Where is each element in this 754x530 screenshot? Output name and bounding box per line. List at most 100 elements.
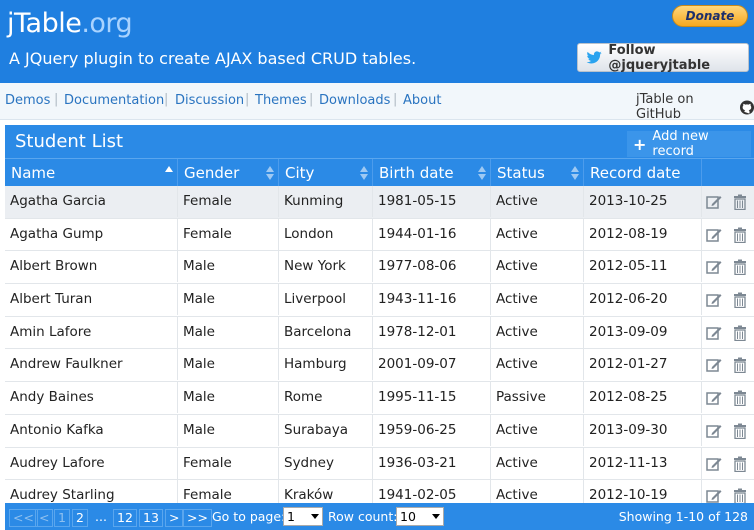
- column-header-record-date[interactable]: Record date: [584, 159, 702, 187]
- edit-icon[interactable]: [706, 456, 722, 472]
- edit-icon[interactable]: [706, 423, 722, 439]
- delete-trash-icon[interactable]: [732, 390, 748, 407]
- cell-gender: Male: [178, 349, 279, 381]
- pager-page-2[interactable]: 2: [72, 509, 88, 527]
- table-row[interactable]: Andrew Faulkner Male Hamburg 2001-09-07 Acti…: [5, 349, 754, 383]
- cell-record-date: 2013-09-09: [584, 316, 702, 348]
- delete-trash-icon[interactable]: [732, 227, 748, 243]
- cell-record-date: 2013-10-25: [584, 186, 702, 217]
- cell-name: Amin Lafore: [5, 316, 178, 348]
- add-new-record-label: Add new record: [652, 129, 709, 159]
- delete-trash-icon[interactable]: [732, 194, 748, 210]
- sort-icon: [360, 166, 368, 180]
- table-row[interactable]: Agatha Garcia Female Kunming 1981-05-15 Acti…: [5, 186, 754, 219]
- cell-record-date: 2012-06-20: [584, 284, 702, 316]
- column-header-birth-date[interactable]: Birth date: [373, 159, 491, 187]
- table-row[interactable]: Agatha Gump Female London 1944-01-16 Active 2…: [5, 218, 754, 252]
- pager-last-button[interactable]: >>: [183, 509, 212, 527]
- cell-gender: Male: [178, 382, 279, 414]
- dropdown-arrow-icon: [432, 514, 440, 519]
- column-header-label: Name: [11, 164, 56, 182]
- edit-icon[interactable]: [706, 194, 722, 210]
- row-count-value: 10: [400, 509, 416, 524]
- cell-birth-date: 1981-05-15: [373, 186, 491, 217]
- nav-separator: |: [309, 92, 314, 107]
- follow-label: Follow @jqueryjtable: [608, 42, 711, 73]
- cell-gender: Female: [178, 218, 279, 250]
- site-logo[interactable]: jTable.org: [7, 8, 133, 39]
- cell-gender: Male: [178, 316, 279, 348]
- logo-ext: .org: [81, 8, 133, 39]
- delete-trash-icon[interactable]: [732, 488, 748, 505]
- delete-trash-icon[interactable]: [732, 357, 748, 374]
- dropdown-arrow-icon: [311, 514, 319, 519]
- cell-city: Kunming: [279, 186, 373, 217]
- cell-birth-date: 1995-11-15: [373, 382, 491, 414]
- nav-item-documentation[interactable]: Documentation: [64, 93, 164, 108]
- delete-trash-icon[interactable]: [732, 423, 748, 439]
- cell-name: Agatha Gump: [5, 218, 178, 250]
- pager-next-button[interactable]: >: [165, 509, 184, 527]
- github-link[interactable]: jTable on GitHub: [636, 92, 754, 122]
- cell-birth-date: 2001-09-07: [373, 349, 491, 381]
- edit-icon[interactable]: [706, 259, 722, 275]
- pager-page-12[interactable]: 12: [113, 509, 137, 527]
- table-row[interactable]: Albert Turan Male Liverpool 1943-11-16 Activ…: [5, 284, 754, 317]
- cell-city: Liverpool: [279, 284, 373, 316]
- nav-item-demos[interactable]: Demos: [5, 93, 50, 108]
- table-row[interactable]: Amin Lafore Male Barcelona 1978-12-01 Active…: [5, 316, 754, 350]
- cell-birth-date: 1959-06-25: [373, 414, 491, 446]
- delete-trash-icon[interactable]: [732, 456, 748, 472]
- nav-separator: |: [164, 92, 169, 107]
- table-row[interactable]: Albert Brown Male New York 1977-08-06 Active…: [5, 251, 754, 285]
- cell-gender: Female: [178, 447, 279, 479]
- cell-city: Barcelona: [279, 316, 373, 348]
- edit-icon[interactable]: [706, 488, 722, 504]
- edit-icon[interactable]: [706, 325, 722, 341]
- edit-icon[interactable]: [706, 227, 722, 243]
- delete-trash-icon[interactable]: [732, 259, 748, 276]
- column-header-label: Record date: [590, 164, 681, 182]
- goto-page-select[interactable]: 1: [283, 507, 323, 526]
- table-row[interactable]: Audrey Lafore Female Sydney 1936-03-21 Activ…: [5, 447, 754, 481]
- pager-page-13[interactable]: 13: [139, 509, 163, 527]
- cell-gender: Male: [178, 251, 279, 283]
- column-header-gender[interactable]: Gender: [178, 159, 279, 187]
- cell-city: Surabaya: [279, 414, 373, 446]
- cell-record-date: 2012-05-11: [584, 251, 702, 283]
- cell-birth-date: 1944-01-16: [373, 218, 491, 250]
- edit-icon[interactable]: [706, 292, 722, 308]
- twitter-bird-icon: [586, 50, 602, 64]
- nav-item-discussion[interactable]: Discussion: [175, 93, 244, 108]
- delete-trash-icon[interactable]: [732, 325, 748, 341]
- add-new-record-button[interactable]: + Add new record: [627, 129, 751, 159]
- cell-birth-date: 1936-03-21: [373, 447, 491, 479]
- pager-prev-button[interactable]: <: [35, 509, 54, 527]
- cell-record-date: 2012-01-27: [584, 349, 702, 381]
- column-header-name[interactable]: Name: [5, 159, 178, 187]
- follow-twitter-button[interactable]: Follow @jqueryjtable: [577, 42, 749, 73]
- nav-item-downloads[interactable]: Downloads: [319, 93, 390, 108]
- table-row[interactable]: Andy Baines Male Rome 1995-11-15 Passive 2012…: [5, 382, 754, 415]
- row-count-select[interactable]: 10: [396, 507, 444, 526]
- nav-item-about[interactable]: About: [403, 93, 441, 108]
- edit-icon[interactable]: [706, 357, 722, 373]
- nav-separator: |: [393, 92, 398, 107]
- column-header-status[interactable]: Status: [491, 159, 584, 187]
- cell-name: Andy Baines: [5, 382, 178, 414]
- pager-page-1[interactable]: 1: [54, 509, 70, 527]
- nav-item-themes[interactable]: Themes: [255, 93, 307, 108]
- top-nav: Demos | Documentation | Discussion | The…: [0, 83, 754, 122]
- column-header-city[interactable]: City: [279, 159, 373, 187]
- goto-page-label: Go to page:: [212, 509, 286, 524]
- cell-record-date: 2013-09-30: [584, 414, 702, 446]
- donate-button[interactable]: Donate: [672, 5, 748, 27]
- delete-trash-icon[interactable]: [732, 292, 748, 309]
- sort-icon: [478, 166, 486, 180]
- column-header-label: Gender: [184, 164, 240, 182]
- cell-city: London: [279, 218, 373, 250]
- pager-first-button[interactable]: <<: [9, 509, 38, 527]
- github-octocat-icon: [739, 99, 754, 115]
- table-row[interactable]: Antonio Kafka Male Surabaya 1959-06-25 Activ…: [5, 414, 754, 448]
- edit-icon[interactable]: [706, 390, 722, 406]
